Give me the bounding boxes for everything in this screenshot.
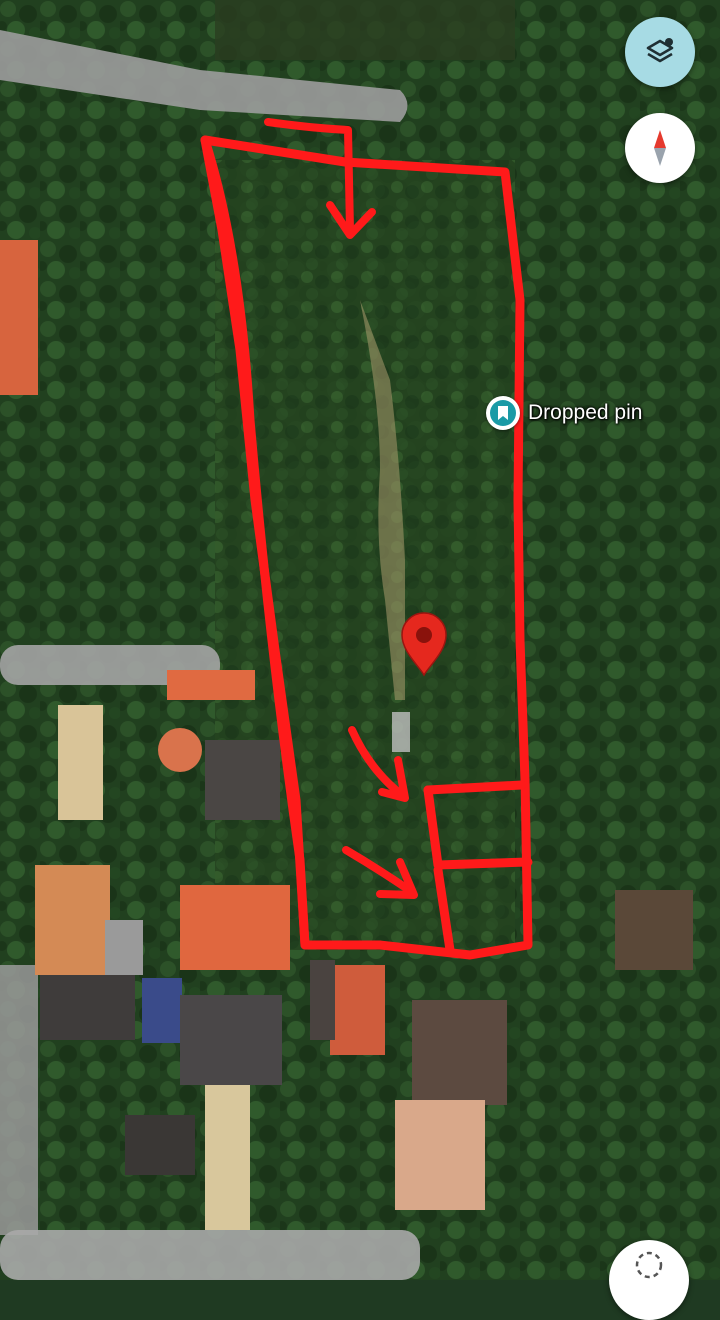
building-dark-5 [412, 1000, 507, 1105]
field-top [215, 0, 515, 60]
building-dark-3 [180, 995, 282, 1085]
road-bottom [0, 1230, 420, 1280]
building-dark-4 [310, 960, 335, 1040]
building-blue [142, 978, 182, 1043]
building-peach [395, 1100, 485, 1210]
bookmark-pin-icon [486, 396, 520, 430]
building-orange-3 [330, 965, 385, 1055]
satellite-map[interactable] [0, 0, 720, 1280]
building-left-top [0, 240, 38, 395]
my-location-button[interactable] [609, 1240, 689, 1320]
courtyard-sand [58, 705, 103, 820]
dropped-pin-label[interactable]: Dropped pin [486, 396, 642, 430]
layers-icon [646, 38, 674, 63]
compass-button[interactable] [625, 113, 695, 183]
dropped-pin-text: Dropped pin [528, 401, 643, 424]
building-brown-right [615, 890, 693, 970]
layers-button[interactable] [625, 17, 695, 87]
building-round-roof [158, 728, 202, 772]
my-location-icon [635, 1251, 663, 1279]
road-left-vertical [0, 965, 38, 1235]
building-dark-roof-1 [205, 740, 280, 820]
building-orange-strip [167, 670, 255, 700]
small-shed [392, 712, 410, 752]
building-orange-1 [35, 865, 110, 975]
building-dark-small [125, 1115, 195, 1175]
building-orange-2 [180, 885, 290, 970]
path-sand [205, 1085, 250, 1230]
building-dark-2 [40, 975, 135, 1040]
building-grey-1 [105, 920, 143, 975]
compass-icon [654, 130, 666, 166]
